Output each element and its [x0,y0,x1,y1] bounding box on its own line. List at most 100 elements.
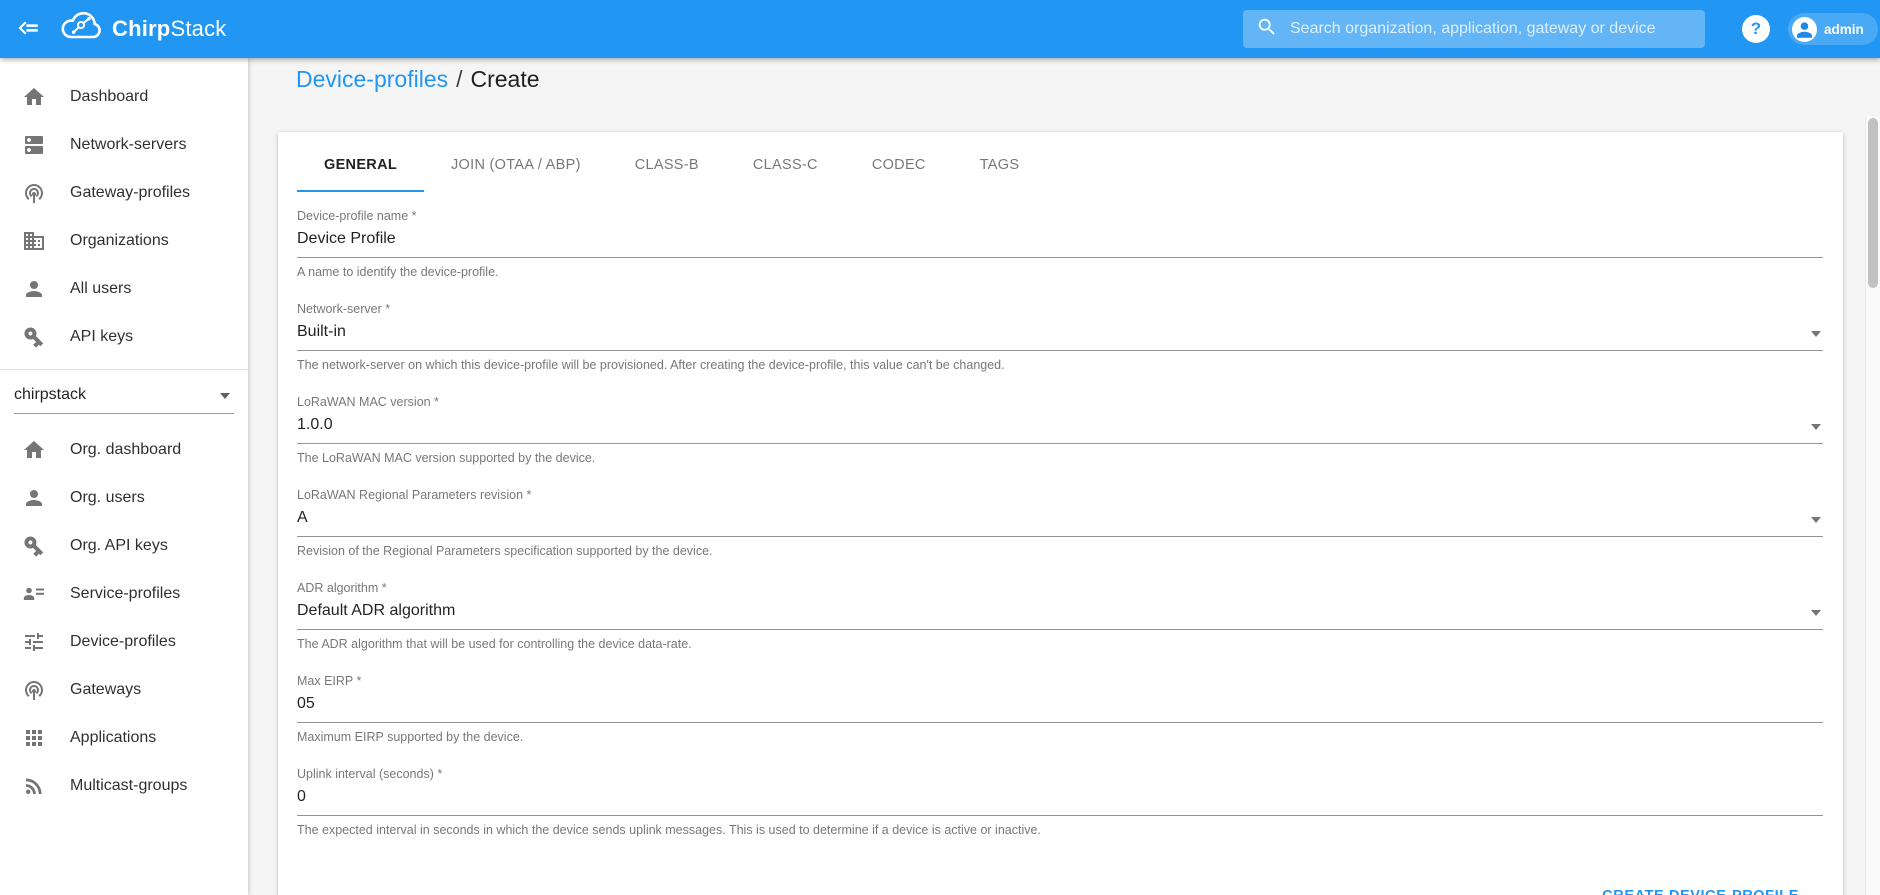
tune-icon [22,630,46,654]
sidebar-item-gateway-profiles[interactable]: Gateway-profiles [0,169,248,217]
sidebar-item-applications[interactable]: Applications [0,714,248,762]
organization-select-value: chirpstack [14,386,86,403]
field-label: ADR algorithm * [297,580,1823,596]
scrollbar-thumb[interactable] [1868,118,1878,288]
tab-join-otaa-abp[interactable]: JOIN (OTAA / ABP) [424,132,608,192]
field-helper: The expected interval in seconds in whic… [297,822,1823,838]
sidebar-item-org-api-keys[interactable]: Org. API keys [0,522,248,570]
chirpstack-logo[interactable]: ChirpStack [58,11,226,48]
field-value: 05 [297,693,1823,715]
field-value: Default ADR algorithm [297,600,1823,622]
sidebar-item-label: Applications [70,729,156,747]
device-profile-name-field: Device-profile name * Device Profile A n… [297,208,1823,280]
sidebar-item-dashboard[interactable]: Dashboard [0,73,248,121]
brand-text: ChirpStack [112,16,226,42]
sidebar-item-label: Service-profiles [70,585,180,603]
building-icon [22,229,46,253]
device-profile-name-input[interactable]: Device Profile [297,224,1823,258]
uplink-interval-field: Uplink interval (seconds) * 0 The expect… [297,766,1823,838]
app-header: ChirpStack ? admin [0,0,1880,58]
sidebar-item-label: Dashboard [70,88,148,106]
tab-class-b[interactable]: CLASS-B [608,132,726,192]
sidebar-item-organizations[interactable]: Organizations [0,217,248,265]
create-device-profile-button[interactable]: CREATE DEVICE-PROFILE [1602,888,1799,895]
organization-select[interactable]: chirpstack [14,380,234,414]
sidebar-item-api-keys[interactable]: API keys [0,313,248,361]
sidebar-item-label: Device-profiles [70,633,176,651]
chevron-down-icon [1811,610,1821,616]
sidebar-item-org-dashboard[interactable]: Org. dashboard [0,426,248,474]
sidebar-item-label: API keys [70,328,133,346]
max-eirp-field: Max EIRP * 05 Maximum EIRP supported by … [297,673,1823,745]
field-helper: Revision of the Regional Parameters spec… [297,543,1823,559]
field-helper: The ADR algorithm that will be used for … [297,636,1823,652]
main-content: Device-profiles / Create GENERAL JOIN (OTA… [248,58,1880,895]
sidebar-item-all-users[interactable]: All users [0,265,248,313]
sidebar-item-label: Gateway-profiles [70,184,190,202]
sidebar-divider [0,369,248,370]
field-helper: A name to identify the device-profile. [297,264,1823,280]
dns-icon [22,133,46,157]
max-eirp-input[interactable]: 05 [297,689,1823,723]
field-value: Device Profile [297,228,1823,250]
global-search [1243,10,1705,48]
breadcrumb-separator: / [456,66,462,92]
sidebar-item-label: Org. dashboard [70,441,181,459]
regional-parameters-revision-select[interactable]: A [297,503,1823,537]
adr-algorithm-field: ADR algorithm * Default ADR algorithm Th… [297,580,1823,652]
search-input[interactable] [1278,10,1705,48]
apps-grid-icon [22,726,46,750]
person-icon [22,486,46,510]
chevron-down-icon [1811,424,1821,430]
help-icon: ? [1751,19,1761,38]
field-label: Max EIRP * [297,673,1823,689]
wifi-tethering-icon [22,181,46,205]
sidebar-item-service-profiles[interactable]: Service-profiles [0,570,248,618]
regional-parameters-revision-field: LoRaWAN Regional Parameters revision * A… [297,487,1823,559]
help-button[interactable]: ? [1742,15,1770,43]
user-name-label: admin [1824,22,1864,37]
account-list-icon [22,582,46,606]
lorawan-mac-version-field: LoRaWAN MAC version * 1.0.0 The LoRaWAN … [297,394,1823,466]
create-device-profile-card: GENERAL JOIN (OTAA / ABP) CLASS-B CLASS-… [278,132,1843,895]
network-server-select[interactable]: Built-in [297,317,1823,351]
user-menu-button[interactable]: admin [1788,13,1878,45]
field-label: Network-server * [297,301,1823,317]
chevron-down-icon [220,393,230,399]
key-icon [22,325,46,349]
vertical-scrollbar[interactable] [1865,116,1880,895]
sidebar-item-device-profiles[interactable]: Device-profiles [0,618,248,666]
home-icon [22,438,46,462]
sidebar-item-org-users[interactable]: Org. users [0,474,248,522]
tab-codec[interactable]: CODEC [845,132,953,192]
sidebar-item-label: Org. users [70,489,145,507]
home-icon [22,85,46,109]
form-actions: CREATE DEVICE-PROFILE [297,859,1823,895]
wifi-tethering-icon [22,678,46,702]
adr-algorithm-select[interactable]: Default ADR algorithm [297,596,1823,630]
sidebar-collapse-button[interactable] [8,9,48,49]
sidebar-item-multicast-groups[interactable]: Multicast-groups [0,762,248,810]
collapse-drawer-icon [15,15,41,44]
field-value: 1.0.0 [297,414,1823,436]
tab-class-c[interactable]: CLASS-C [726,132,845,192]
sidebar-item-gateways[interactable]: Gateways [0,666,248,714]
network-server-field: Network-server * Built-in The network-se… [297,301,1823,373]
lorawan-mac-version-select[interactable]: 1.0.0 [297,410,1823,444]
tab-general[interactable]: GENERAL [297,132,424,192]
page-title: Create [471,66,540,92]
uplink-interval-input[interactable]: 0 [297,782,1823,816]
sidebar-item-network-servers[interactable]: Network-servers [0,121,248,169]
avatar-icon [1792,17,1817,42]
sidebar-item-label: All users [70,280,131,298]
field-helper: The network-server on which this device-… [297,357,1823,373]
chevron-down-icon [1811,331,1821,337]
field-helper: Maximum EIRP supported by the device. [297,729,1823,745]
breadcrumb: Device-profiles / Create [296,66,540,93]
tab-tags[interactable]: TAGS [953,132,1047,192]
sidebar-item-label: Network-servers [70,136,186,154]
breadcrumb-device-profiles-link[interactable]: Device-profiles [296,66,448,92]
key-icon [22,534,46,558]
sidebar-item-label: Gateways [70,681,141,699]
cloud-logo-icon [58,11,104,48]
